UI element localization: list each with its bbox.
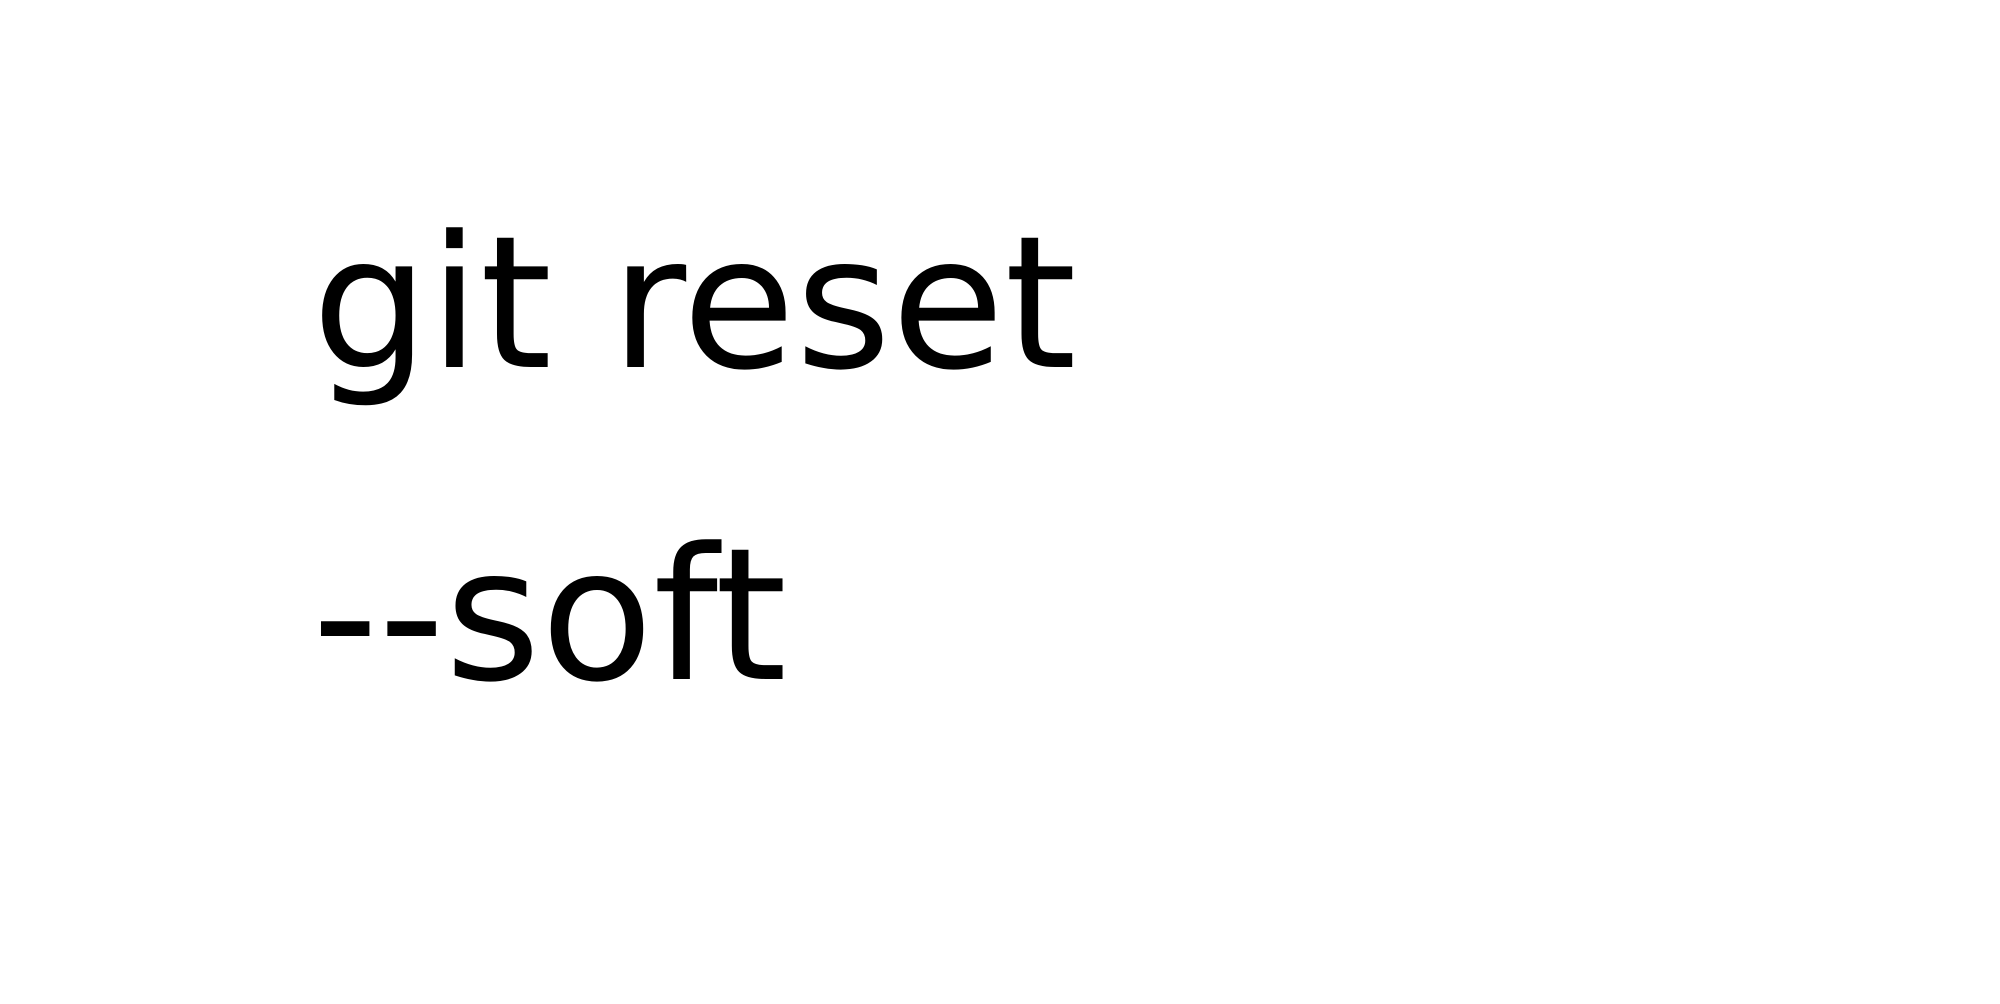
command-line-1: git reset xyxy=(312,197,1077,411)
command-line-2: --soft xyxy=(312,509,787,723)
text-canvas: git reset --soft xyxy=(0,0,2000,1004)
